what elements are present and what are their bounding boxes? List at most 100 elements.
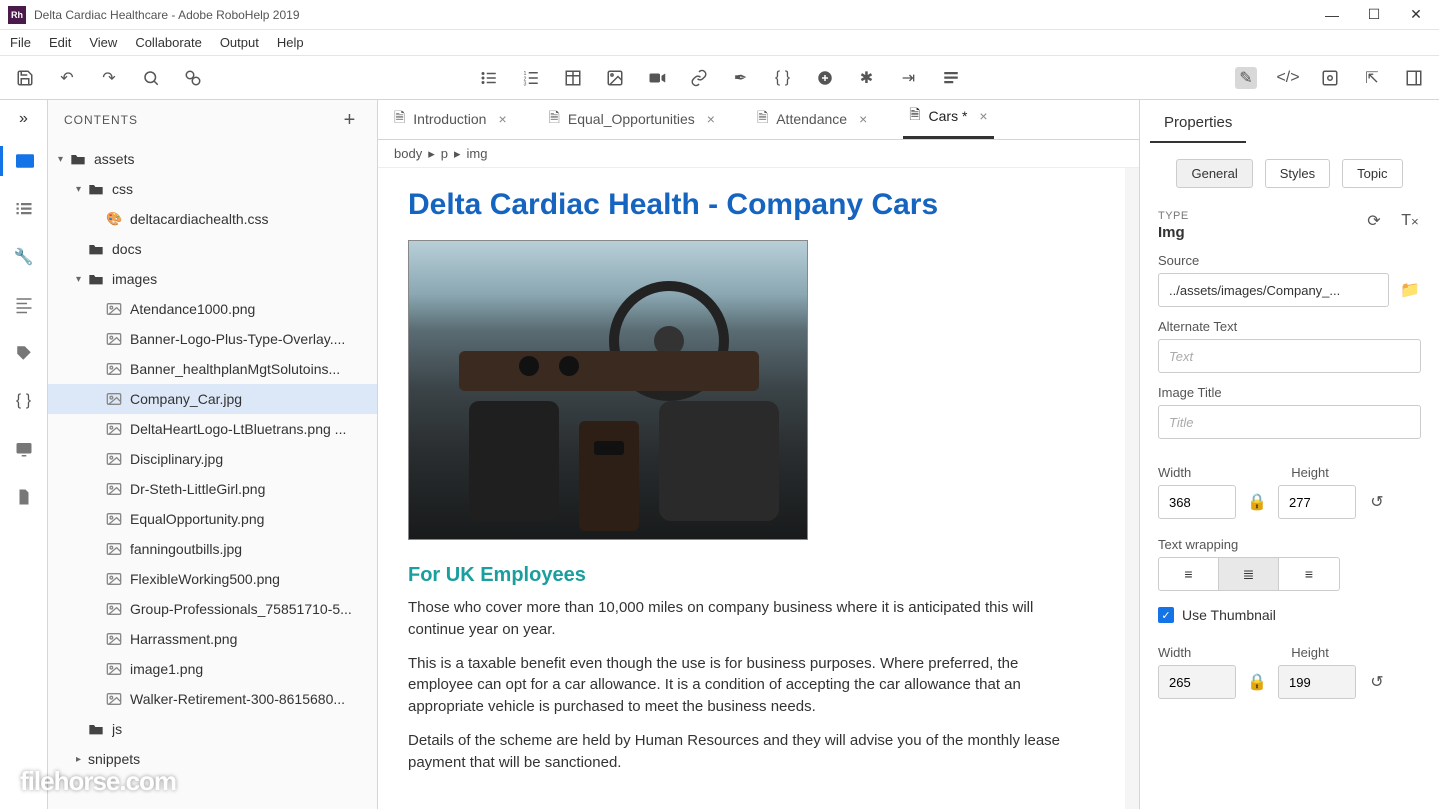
brush-icon[interactable]: ✒ — [730, 67, 752, 89]
breadcrumb-item[interactable]: img — [467, 146, 488, 161]
lock-icon[interactable]: 🔒 — [1246, 671, 1268, 693]
tree-file-image[interactable]: EqualOpportunity.png — [48, 504, 377, 534]
layout-icon[interactable] — [1403, 67, 1425, 89]
tree-file-image[interactable]: FlexibleWorking500.png — [48, 564, 377, 594]
rail-index-icon[interactable] — [9, 290, 39, 320]
numbered-list-icon[interactable]: 123 — [520, 67, 542, 89]
lock-icon[interactable]: 🔒 — [1246, 491, 1268, 513]
tree-folder-snippets[interactable]: ▸snippets — [48, 744, 377, 774]
tree-file-image[interactable]: Group-Professionals_75851710-5... — [48, 594, 377, 624]
tree-file-image[interactable]: fanningoutbills.jpg — [48, 534, 377, 564]
refresh-icon[interactable]: ⟳ — [1363, 210, 1385, 232]
tree-folder-css[interactable]: ▾css — [48, 174, 377, 204]
menu-help[interactable]: Help — [277, 35, 304, 50]
doc-image-company-car[interactable] — [408, 240, 808, 540]
prop-tab-general[interactable]: General — [1176, 159, 1252, 188]
export-icon[interactable]: ⇱ — [1361, 67, 1383, 89]
menu-file[interactable]: File — [10, 35, 31, 50]
menu-edit[interactable]: Edit — [49, 35, 71, 50]
width-input[interactable] — [1158, 485, 1236, 519]
image-title-input[interactable] — [1158, 405, 1421, 439]
rail-contents-icon[interactable] — [0, 146, 48, 176]
close-icon[interactable]: × — [498, 111, 506, 127]
tab-attendance[interactable]: 🗎Attendance× — [751, 99, 873, 139]
tree-folder-assets[interactable]: ▾assets — [48, 144, 377, 174]
wrap-right-icon[interactable]: ≡ — [1279, 558, 1339, 590]
doc-heading[interactable]: Delta Cardiac Health - Company Cars — [408, 188, 1109, 222]
bullet-list-icon[interactable] — [478, 67, 500, 89]
tree-file-css[interactable]: 🎨deltacardiachealth.css — [48, 204, 377, 234]
rail-toc-icon[interactable] — [9, 194, 39, 224]
doc-paragraph[interactable]: Those who cover more than 10,000 miles o… — [408, 597, 1068, 641]
video-icon[interactable] — [646, 67, 668, 89]
align-icon[interactable] — [940, 67, 962, 89]
wrap-center-icon[interactable]: ≣ — [1219, 558, 1279, 590]
thumb-width-input[interactable] — [1158, 665, 1236, 699]
breadcrumb-item[interactable]: body — [394, 146, 422, 161]
breadcrumb-item[interactable]: p — [441, 146, 448, 161]
link-icon[interactable] — [688, 67, 710, 89]
close-button[interactable]: ✕ — [1409, 8, 1423, 22]
tab-cars[interactable]: 🗎Cars *× — [903, 96, 993, 139]
tree-file-image[interactable]: Harrassment.png — [48, 624, 377, 654]
rail-tag-icon[interactable] — [9, 338, 39, 368]
document-body[interactable]: Delta Cardiac Health - Company Cars For … — [378, 168, 1139, 809]
reset-icon[interactable]: ↺ — [1366, 671, 1388, 693]
tree-file-image[interactable]: Dr-Steth-LittleGirl.png — [48, 474, 377, 504]
menu-output[interactable]: Output — [220, 35, 259, 50]
prop-tab-styles[interactable]: Styles — [1265, 159, 1330, 188]
preview-icon[interactable] — [1319, 67, 1341, 89]
wrap-left-icon[interactable]: ≡ — [1159, 558, 1219, 590]
checkbox-checked-icon[interactable]: ✓ — [1158, 607, 1174, 623]
special-char-icon[interactable]: ✱ — [856, 67, 878, 89]
doc-paragraph[interactable]: Details of the scheme are held by Human … — [408, 730, 1068, 774]
tree-file-image[interactable]: Company_Car.jpg — [48, 384, 377, 414]
table-icon[interactable] — [562, 67, 584, 89]
rail-expand-icon[interactable]: » — [19, 110, 28, 128]
source-view-icon[interactable]: </> — [1277, 67, 1299, 89]
tab-equal-opportunities[interactable]: 🗎Equal_Opportunities× — [543, 99, 721, 139]
tree-file-image[interactable]: Banner-Logo-Plus-Type-Overlay.... — [48, 324, 377, 354]
author-view-icon[interactable]: ✎ — [1235, 67, 1257, 89]
indent-icon[interactable]: ⇥ — [898, 67, 920, 89]
close-icon[interactable]: × — [707, 111, 715, 127]
source-input[interactable] — [1158, 273, 1389, 307]
minimize-button[interactable]: — — [1325, 8, 1339, 22]
undo-icon[interactable]: ↶ — [56, 67, 78, 89]
image-icon[interactable] — [604, 67, 626, 89]
use-thumbnail-row[interactable]: ✓ Use Thumbnail — [1158, 607, 1421, 623]
tree-file-image[interactable]: image1.png — [48, 654, 377, 684]
rail-doc-icon[interactable] — [9, 482, 39, 512]
tree-file-image[interactable]: Banner_healthplanMgtSolutoins... — [48, 354, 377, 384]
tree-file-image[interactable]: Walker-Retirement-300-8615680... — [48, 684, 377, 714]
tree-folder-images[interactable]: ▾images — [48, 264, 377, 294]
maximize-button[interactable]: ☐ — [1367, 8, 1381, 22]
tree-file-image[interactable]: DeltaHeartLogo-LtBluetrans.png ... — [48, 414, 377, 444]
rail-key-icon[interactable]: 🔧 — [9, 242, 39, 272]
scrollbar[interactable] — [1125, 168, 1139, 809]
tree-file-image[interactable]: Atendance1000.png — [48, 294, 377, 324]
tree-folder-docs[interactable]: docs — [48, 234, 377, 264]
search-icon[interactable] — [140, 67, 162, 89]
tab-introduction[interactable]: 🗎Introduction× — [388, 99, 513, 139]
add-content-icon[interactable]: + — [339, 109, 361, 131]
add-circle-icon[interactable] — [814, 67, 836, 89]
clear-style-icon[interactable]: T× — [1399, 210, 1421, 232]
tree-file-image[interactable]: Disciplinary.jpg — [48, 444, 377, 474]
close-icon[interactable]: × — [859, 111, 867, 127]
variable-icon[interactable]: { } — [772, 67, 794, 89]
rail-snippet-icon[interactable]: { } — [9, 386, 39, 416]
browse-icon[interactable]: 📁 — [1399, 279, 1421, 301]
height-input[interactable] — [1278, 485, 1356, 519]
find-replace-icon[interactable] — [182, 67, 204, 89]
doc-paragraph[interactable]: This is a taxable benefit even though th… — [408, 653, 1068, 718]
prop-tab-topic[interactable]: Topic — [1342, 159, 1402, 188]
tree-folder-js[interactable]: js — [48, 714, 377, 744]
rail-screen-icon[interactable] — [9, 434, 39, 464]
alt-text-input[interactable] — [1158, 339, 1421, 373]
thumb-height-input[interactable] — [1278, 665, 1356, 699]
save-icon[interactable] — [14, 67, 36, 89]
doc-subheading[interactable]: For UK Employees — [408, 564, 1109, 587]
menu-view[interactable]: View — [89, 35, 117, 50]
reset-icon[interactable]: ↺ — [1366, 491, 1388, 513]
